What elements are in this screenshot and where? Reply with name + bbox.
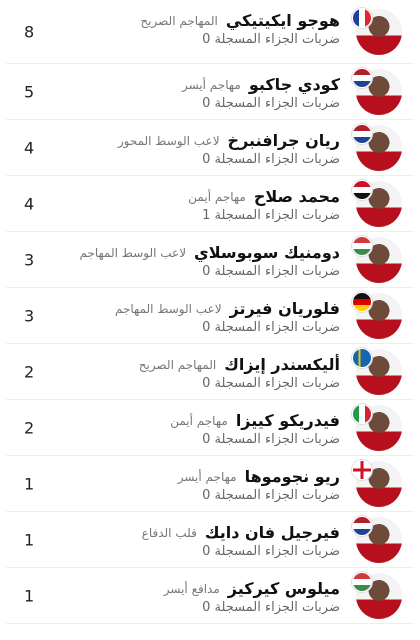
stat-count: 0 xyxy=(202,264,211,279)
stat-count: 0 xyxy=(202,96,211,111)
stat-label: ضربات الجزاء المسجلة 0 xyxy=(202,32,340,47)
player-position: المهاجم الصريح xyxy=(138,358,217,372)
stat-value: 3 xyxy=(24,306,35,325)
stat-count: 0 xyxy=(202,32,211,47)
player-name[interactable]: ريو نجوموها xyxy=(245,467,340,486)
stat-count: 0 xyxy=(202,152,211,167)
stat-value: 1 xyxy=(24,586,35,605)
player-position: لاعب الوسط المهاجم xyxy=(115,302,222,316)
stat-value: 1 xyxy=(24,474,35,493)
england-flag-icon xyxy=(352,459,372,480)
player-position: مهاجم أيمن xyxy=(170,414,228,428)
stat-value: 1 xyxy=(24,530,35,549)
player-row[interactable]: 1 ريو نجوموها مهاجم أيسر ضربات الجزاء المسج… xyxy=(6,456,414,512)
egypt-flag-icon xyxy=(352,179,372,200)
player-position: المهاجم الصريح xyxy=(140,14,218,28)
netherlands-flag-icon xyxy=(352,67,372,88)
player-stat-list: 8 هوجو ايكيتيكي المهاجم الصريح ضربات الجزاء… xyxy=(0,0,420,624)
player-row[interactable]: 1 فيرجيل فان دايك قلب الدفاع ضربات الجزاء ا… xyxy=(6,512,414,568)
stat-label: ضربات الجزاء المسجلة 0 xyxy=(202,544,340,559)
player-name[interactable]: فيرجيل فان دايك xyxy=(205,523,340,542)
player-position: لاعب الوسط المحور xyxy=(117,134,220,148)
stat-label-text: ضربات الجزاء المسجلة xyxy=(214,320,340,335)
stat-label-text: ضربات الجزاء المسجلة xyxy=(214,544,340,559)
stat-label-text: ضربات الجزاء المسجلة xyxy=(214,152,340,167)
sweden-flag-icon xyxy=(352,347,372,368)
stat-label-text: ضربات الجزاء المسجلة xyxy=(214,96,340,111)
stat-label: ضربات الجزاء المسجلة 0 xyxy=(202,488,340,503)
player-position: مهاجم أيسر xyxy=(181,78,241,92)
stat-label: ضربات الجزاء المسجلة 0 xyxy=(202,320,340,335)
player-row[interactable]: 2 أليكسندر إيزاك المهاجم الصريح ضربات الجزا… xyxy=(6,344,414,400)
player-name[interactable]: دومنيك سوبوسلاي xyxy=(194,243,340,262)
player-row[interactable]: 3 دومنيك سوبوسلاي لاعب الوسط المهاجم ضربات … xyxy=(6,232,414,288)
player-row[interactable]: 2 فيدريكو كييزا مهاجم أيمن ضربات الجزاء الم… xyxy=(6,400,414,456)
stat-label: ضربات الجزاء المسجلة 0 xyxy=(202,264,340,279)
player-name[interactable]: أليكسندر إيزاك xyxy=(224,355,340,374)
stat-count: 0 xyxy=(202,488,211,503)
stat-value: 8 xyxy=(24,22,35,41)
player-name[interactable]: ريان جرافنبرخ xyxy=(228,131,340,150)
player-name[interactable]: ميلوس كيركيز xyxy=(228,579,340,598)
stat-value: 3 xyxy=(24,250,35,269)
stat-count: 0 xyxy=(202,320,211,335)
player-position: لاعب الوسط المهاجم xyxy=(79,246,187,260)
stat-label-text: ضربات الجزاء المسجلة xyxy=(214,264,340,279)
stat-label-text: ضربات الجزاء المسجلة xyxy=(214,376,340,391)
stat-count: 0 xyxy=(202,376,211,391)
stat-label-text: ضربات الجزاء المسجلة xyxy=(214,32,340,47)
player-row[interactable]: 8 هوجو ايكيتيكي المهاجم الصريح ضربات الجزاء… xyxy=(6,0,414,64)
player-name[interactable]: هوجو ايكيتيكي xyxy=(226,11,340,30)
stat-value: 2 xyxy=(24,362,35,381)
player-position: مهاجم أيسر xyxy=(177,470,237,484)
france-flag-icon xyxy=(352,7,372,28)
player-name[interactable]: فلوريان فيرتز xyxy=(230,299,340,318)
stat-value: 5 xyxy=(24,82,35,101)
stat-value: 4 xyxy=(24,194,35,213)
player-position: مدافع أيسر xyxy=(163,582,220,596)
stat-label: ضربات الجزاء المسجلة 1 xyxy=(202,208,340,223)
stat-label: ضربات الجزاء المسجلة 0 xyxy=(202,376,340,391)
stat-label: ضربات الجزاء المسجلة 0 xyxy=(202,600,340,615)
stat-label-text: ضربات الجزاء المسجلة xyxy=(214,600,340,615)
netherlands-flag-icon xyxy=(352,123,372,144)
netherlands-flag-icon xyxy=(352,515,372,536)
player-row[interactable]: 5 كودي جاكبو مهاجم أيسر ضربات الجزاء المسجل… xyxy=(6,64,414,120)
player-name[interactable]: محمد صلاح xyxy=(254,187,340,206)
stat-value: 2 xyxy=(24,418,35,437)
stat-count: 0 xyxy=(202,544,211,559)
player-row[interactable]: 4 محمد صلاح مهاجم أيمن ضربات الجزاء المسجلة… xyxy=(6,176,414,232)
hungary-flag-icon xyxy=(352,571,372,592)
player-row[interactable]: 4 ريان جرافنبرخ لاعب الوسط المحور ضربات الج… xyxy=(6,120,414,176)
stat-label-text: ضربات الجزاء المسجلة xyxy=(214,488,340,503)
stat-label: ضربات الجزاء المسجلة 0 xyxy=(202,96,340,111)
italy-flag-icon xyxy=(352,403,372,424)
stat-label: ضربات الجزاء المسجلة 0 xyxy=(202,432,340,447)
player-row[interactable]: 3 فلوريان فيرتز لاعب الوسط المهاجم ضربات ال… xyxy=(6,288,414,344)
hungary-flag-icon xyxy=(352,235,372,256)
stat-count: 0 xyxy=(202,432,211,447)
stat-count: 0 xyxy=(202,600,211,615)
stat-count: 1 xyxy=(202,208,211,223)
player-row[interactable]: 1 ميلوس كيركيز مدافع أيسر ضربات الجزاء المس… xyxy=(6,568,414,624)
stat-value: 4 xyxy=(24,138,35,157)
stat-label-text: ضربات الجزاء المسجلة xyxy=(214,432,340,447)
player-position: مهاجم أيمن xyxy=(188,190,246,204)
stat-label: ضربات الجزاء المسجلة 0 xyxy=(202,152,340,167)
player-position: قلب الدفاع xyxy=(141,526,197,540)
germany-flag-icon xyxy=(352,291,372,312)
stat-label-text: ضربات الجزاء المسجلة xyxy=(214,208,340,223)
player-name[interactable]: فيدريكو كييزا xyxy=(236,411,340,430)
player-name[interactable]: كودي جاكبو xyxy=(249,75,340,94)
